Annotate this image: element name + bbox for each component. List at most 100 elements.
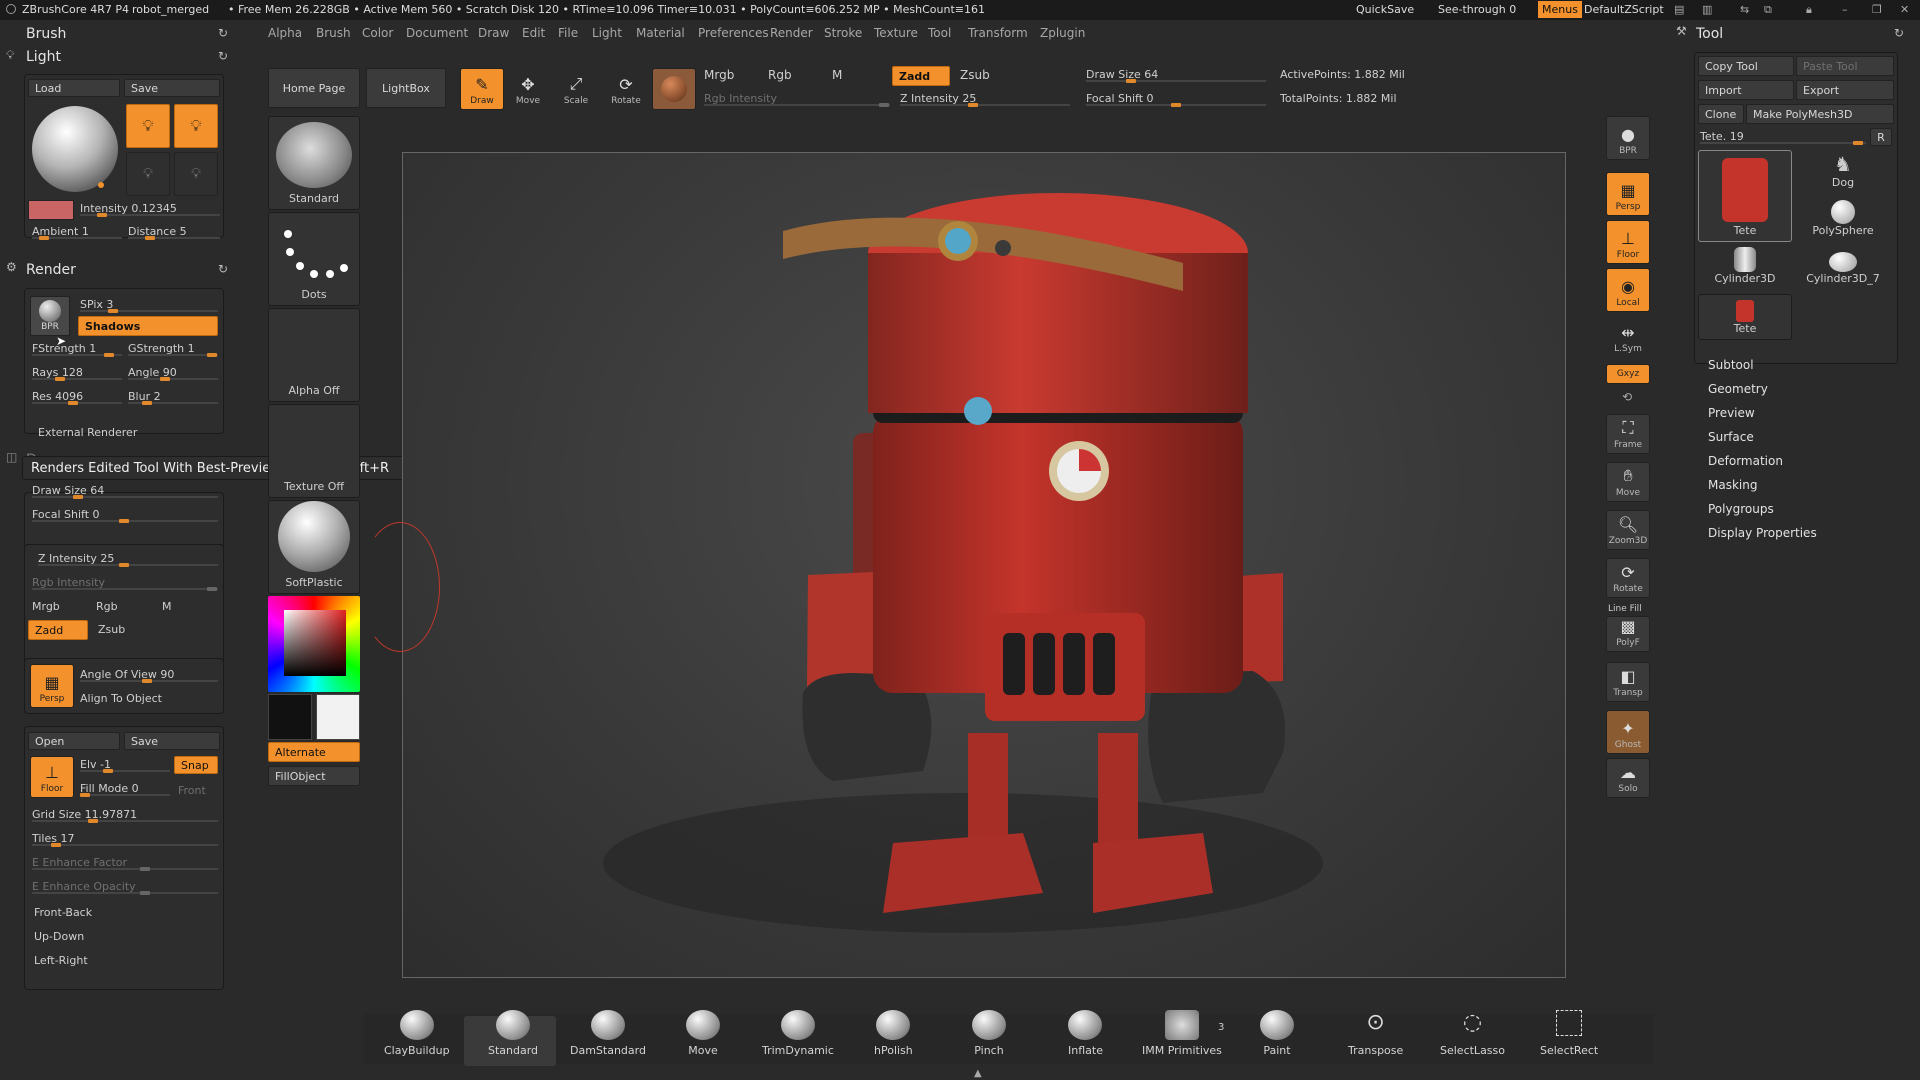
tool-menu-display-properties[interactable]: Display Properties	[1708, 526, 1817, 540]
menu-draw[interactable]: Draw	[478, 26, 509, 40]
palette-icon[interactable]: ⧉	[1764, 3, 1772, 17]
shelf-selectlasso[interactable]: ◌ SelectLasso	[1440, 1010, 1505, 1057]
mrgb-toggle[interactable]: Mrgb	[704, 68, 734, 82]
floor-open-button[interactable]: Open	[28, 732, 120, 750]
r-button[interactable]: R	[1870, 128, 1892, 146]
rgb-intensity-top-slider[interactable]: Rgb Intensity	[704, 92, 890, 107]
draw-size-top-knob[interactable]	[1125, 79, 1136, 83]
light-load-button[interactable]: Load	[28, 79, 120, 97]
tool-item-tete-2[interactable]: Tete	[1698, 294, 1792, 340]
floor-shelf-button[interactable]: ⊥ Floor	[1606, 220, 1650, 264]
fill-mode-slider[interactable]: Fill Mode 0	[80, 782, 170, 797]
z-intensity-top-slider[interactable]: Z Intensity 25	[900, 92, 1070, 107]
left-right-button[interactable]: Left-Right	[34, 954, 88, 967]
shelf-trimdynamic[interactable]: TrimDynamic	[762, 1010, 834, 1057]
close-icon[interactable]: ✕	[1900, 3, 1909, 16]
focal-shift-knob[interactable]	[119, 519, 130, 523]
rays-knob[interactable]	[54, 377, 65, 381]
blur-knob[interactable]	[141, 401, 152, 405]
tool-item-tete[interactable]: Tete	[1698, 150, 1792, 242]
light-save-button[interactable]: Save	[124, 79, 220, 97]
z-intensity-knob[interactable]	[119, 563, 129, 567]
shelf-imm-primitives[interactable]: IMM Primitives	[1142, 1010, 1222, 1057]
alpha-off-thumb[interactable]: Alpha Off	[268, 308, 360, 402]
standard-brush-thumb[interactable]: Standard	[268, 116, 360, 210]
grid-size-slider[interactable]: Grid Size 11.97871	[32, 808, 218, 823]
lightbox-button[interactable]: LightBox	[366, 68, 446, 108]
fillobject-button[interactable]: FillObject	[268, 766, 360, 786]
shelf-transpose[interactable]: ⊙ Transpose	[1348, 1010, 1403, 1057]
gstrength-knob[interactable]	[207, 353, 218, 357]
move-mode-button[interactable]: ✥ Move	[506, 68, 550, 110]
primary-color-swatch[interactable]	[268, 694, 312, 740]
solo-shelf-button[interactable]: ☁︎ Solo	[1606, 758, 1650, 798]
rgb-intensity-slider[interactable]: Rgb Intensity	[32, 576, 218, 591]
distance-knob[interactable]	[144, 236, 155, 240]
menu-edit[interactable]: Edit	[522, 26, 545, 40]
res-slider[interactable]: Res 4096	[32, 390, 122, 405]
menu-color[interactable]: Color	[362, 26, 393, 40]
light-color-swatch[interactable]	[28, 200, 74, 220]
scale-mode-button[interactable]: ⤢ Scale	[554, 68, 598, 110]
draw-mode-button[interactable]: ✎ Draw	[460, 68, 504, 110]
ambient-knob[interactable]	[39, 236, 50, 240]
shelf-selectrect[interactable]: SelectRect	[1540, 1010, 1598, 1057]
light-2-button[interactable]: 💡︎	[174, 104, 218, 148]
lock-icon[interactable]: 🔒︎	[1806, 3, 1812, 17]
menus-button[interactable]: Menus	[1538, 1, 1582, 18]
see-through-slider[interactable]: See-through 0	[1438, 3, 1516, 16]
tool-menu-surface[interactable]: Surface	[1708, 430, 1754, 444]
quicksave-button[interactable]: QuickSave	[1356, 3, 1414, 16]
bpr-shelf-button[interactable]: ● BPR	[1606, 116, 1650, 160]
light-intensity-slider[interactable]: Intensity 0.12345	[80, 202, 220, 217]
rgb-button[interactable]: Rgb	[96, 600, 118, 613]
up-down-button[interactable]: Up-Down	[34, 930, 84, 943]
swap-icon[interactable]: ⇆	[1740, 3, 1749, 16]
local-shelf-button[interactable]: ◉ Local	[1606, 268, 1650, 312]
floor-save-button[interactable]: Save	[124, 732, 220, 750]
menu-document[interactable]: Document	[406, 26, 468, 40]
rgb-intensity-top-knob[interactable]	[878, 103, 889, 107]
material-swatch[interactable]	[652, 68, 696, 110]
angle-knob[interactable]	[159, 377, 170, 381]
ghost-shelf-button[interactable]: ✦ Ghost	[1606, 710, 1650, 754]
light-3-button[interactable]: 💡︎	[126, 152, 170, 196]
shelf-damstandard[interactable]: DamStandard	[570, 1010, 646, 1057]
menu-render[interactable]: Render	[770, 26, 813, 40]
texture-off-thumb[interactable]: Texture Off	[268, 404, 360, 498]
color-picker-square[interactable]	[284, 610, 346, 676]
menu-file[interactable]: File	[558, 26, 578, 40]
secondary-color-swatch[interactable]	[316, 694, 360, 740]
tool-menu-preview[interactable]: Preview	[1708, 406, 1755, 420]
menu-preferences[interactable]: Preferences	[698, 26, 769, 40]
e-enhance-opacity-slider[interactable]: E Enhance Opacity	[32, 880, 218, 895]
render-refresh-icon[interactable]: ↻	[218, 262, 228, 276]
angle-of-view-slider[interactable]: Angle Of View 90	[80, 668, 218, 683]
tool-menu-geometry[interactable]: Geometry	[1708, 382, 1768, 396]
draw-size-top-slider[interactable]: Draw Size 64	[1086, 68, 1266, 83]
shelf-move[interactable]: Move	[686, 1010, 720, 1057]
tool-menu-subtool[interactable]: Subtool	[1708, 358, 1754, 372]
rgb-intensity-knob[interactable]	[206, 587, 217, 591]
tool-menu-polygroups[interactable]: Polygroups	[1708, 502, 1774, 516]
rgb-toggle[interactable]: Rgb	[768, 68, 792, 82]
align-to-object-button[interactable]: Align To Object	[80, 692, 162, 705]
blur-slider[interactable]: Blur 2	[128, 390, 218, 405]
polyf-shelf-button[interactable]: ▩ PolyF	[1606, 616, 1650, 652]
tool-slider[interactable]: Tete. 19	[1700, 130, 1866, 145]
front-back-button[interactable]: Front-Back	[34, 906, 92, 919]
res-knob[interactable]	[68, 401, 78, 405]
menu-material[interactable]: Material	[636, 26, 685, 40]
paste-tool-button[interactable]: Paste Tool	[1796, 56, 1894, 76]
bottom-shelf-toggle-icon[interactable]: ▲	[974, 1068, 982, 1079]
draw-size-slider[interactable]: Draw Size 64	[32, 484, 218, 499]
layout-alt-icon[interactable]: ▥	[1702, 3, 1712, 16]
menu-alpha[interactable]: Alpha	[268, 26, 302, 40]
z-intensity-slider[interactable]: Z Intensity 25	[38, 552, 218, 567]
focal-shift-top-slider[interactable]: Focal Shift 0	[1086, 92, 1266, 107]
export-button[interactable]: Export	[1796, 80, 1894, 100]
e-enhance-factor-slider[interactable]: E Enhance Factor	[32, 856, 218, 871]
tiles-slider[interactable]: Tiles 17	[32, 832, 218, 847]
document-canvas[interactable]	[402, 152, 1566, 978]
brush-refresh-icon[interactable]: ↻	[218, 26, 228, 40]
